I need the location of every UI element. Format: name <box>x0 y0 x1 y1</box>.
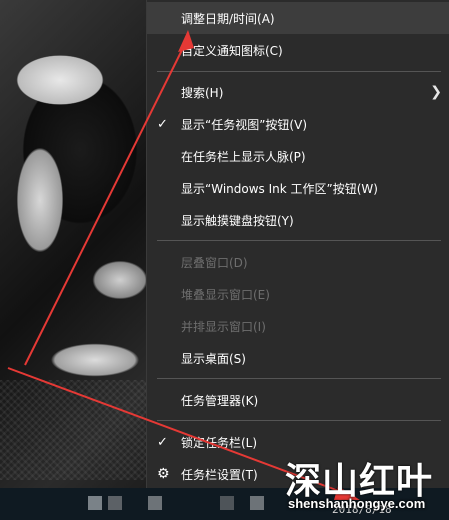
menu-separator <box>157 240 441 241</box>
menu-item-label: 层叠窗口(D) <box>181 255 248 270</box>
menu-item-adjust-datetime[interactable]: 调整日期/时间(A) <box>147 2 449 34</box>
checkmark-icon: ✓ <box>157 116 168 132</box>
menu-item-label: 自定义通知图标(C) <box>181 43 283 58</box>
menu-separator <box>157 378 441 379</box>
tray-icon[interactable] <box>250 496 264 510</box>
chevron-right-icon: ❯ <box>430 84 442 100</box>
menu-item-show-windows-ink-button[interactable]: 显示“Windows Ink 工作区”按钮(W) <box>147 172 449 204</box>
menu-item-cascade-windows[interactable]: 层叠窗口(D) <box>147 246 449 278</box>
menu-item-show-desktop[interactable]: 显示桌面(S) <box>147 342 449 374</box>
checkmark-icon: ✓ <box>157 434 168 450</box>
menu-item-customize-notification-icons[interactable]: 自定义通知图标(C) <box>147 34 449 66</box>
tray-icon[interactable] <box>88 496 102 510</box>
taskbar-context-menu: 调整日期/时间(A) 自定义通知图标(C) 搜索(H) ❯ ✓ 显示“任务视图”… <box>146 0 449 488</box>
tray-icon[interactable] <box>108 496 122 510</box>
menu-item-label: 显示桌面(S) <box>181 351 246 366</box>
menu-item-search[interactable]: 搜索(H) ❯ <box>147 76 449 108</box>
menu-separator <box>157 71 441 72</box>
menu-item-label: 任务栏设置(T) <box>181 467 258 482</box>
menu-item-label: 在任务栏上显示人脉(P) <box>181 149 306 164</box>
menu-item-stack-windows[interactable]: 堆叠显示窗口(E) <box>147 278 449 310</box>
menu-item-side-by-side-windows[interactable]: 并排显示窗口(I) <box>147 310 449 342</box>
menu-item-show-task-view-button[interactable]: ✓ 显示“任务视图”按钮(V) <box>147 108 449 140</box>
menu-item-label: 显示触摸键盘按钮(Y) <box>181 213 294 228</box>
menu-separator <box>157 420 441 421</box>
tray-icon[interactable] <box>220 496 234 510</box>
menu-item-show-touch-keyboard-button[interactable]: 显示触摸键盘按钮(Y) <box>147 204 449 236</box>
menu-item-label: 显示“Windows Ink 工作区”按钮(W) <box>181 181 378 196</box>
gear-icon: ⚙ <box>157 466 170 482</box>
menu-item-label: 搜索(H) <box>181 85 224 100</box>
menu-item-label: 并排显示窗口(I) <box>181 319 266 334</box>
menu-item-label: 调整日期/时间(A) <box>181 11 275 26</box>
menu-item-label: 显示“任务视图”按钮(V) <box>181 117 308 132</box>
menu-item-label: 堆叠显示窗口(E) <box>181 287 270 302</box>
menu-item-show-people[interactable]: 在任务栏上显示人脉(P) <box>147 140 449 172</box>
tray-icon[interactable] <box>148 496 162 510</box>
watermark-url: shenshanhongye.com <box>288 496 426 511</box>
menu-item-label: 锁定任务栏(L) <box>181 435 258 450</box>
menu-item-label: 任务管理器(K) <box>181 393 259 408</box>
menu-item-task-manager[interactable]: 任务管理器(K) <box>147 384 449 416</box>
